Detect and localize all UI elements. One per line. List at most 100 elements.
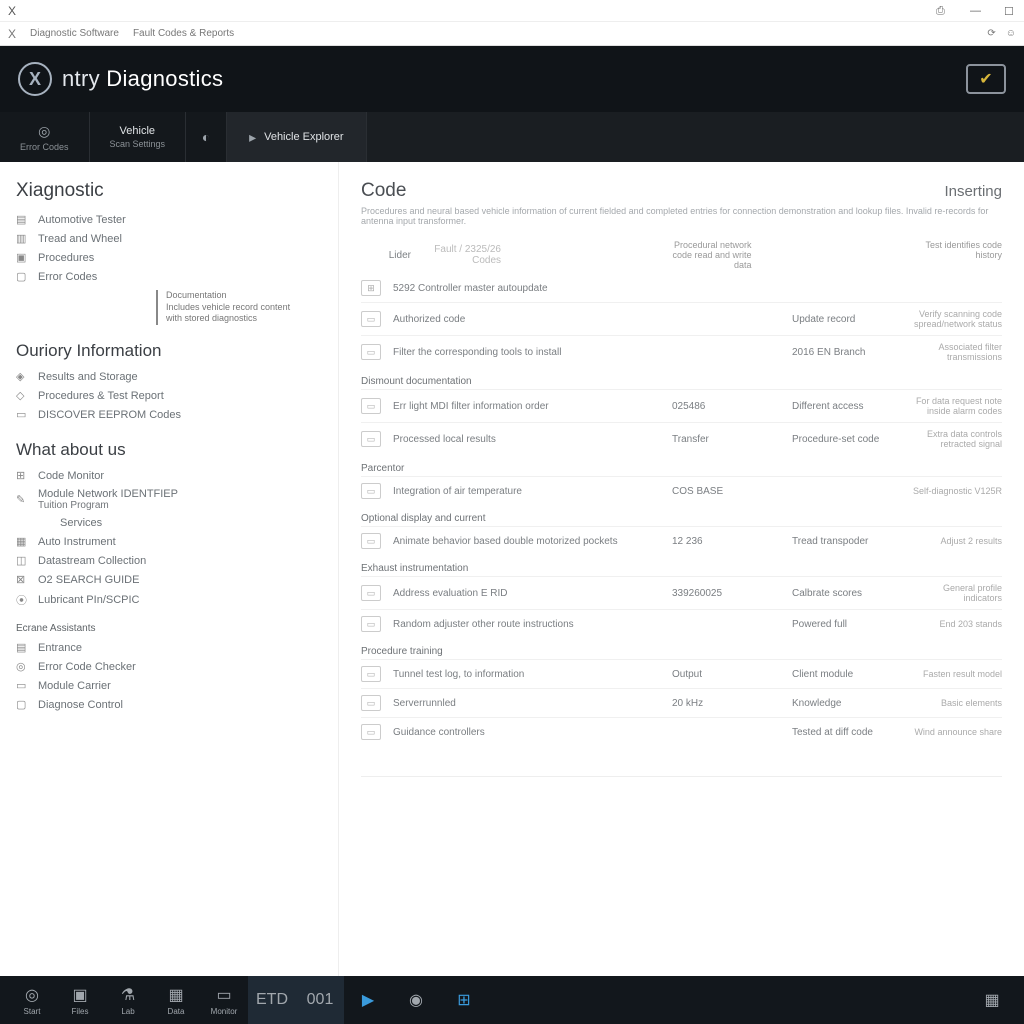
taskbar-item-4[interactable]: ▭Monitor	[200, 976, 248, 1024]
sidebar-icon: ▢	[16, 698, 30, 711]
row-checkbox[interactable]: ▭	[361, 666, 381, 682]
group-header: Exhaust instrumentation	[361, 555, 1002, 576]
taskbar-item-1[interactable]: ▣Files	[56, 976, 104, 1024]
taskbar-item-6[interactable]: 001	[296, 976, 344, 1024]
sidebar-icon: ◎	[16, 660, 30, 673]
table-row[interactable]: ▭Authorized codeUpdate recordVerify scan…	[361, 302, 1002, 335]
refresh-icon[interactable]: ⟳	[987, 28, 995, 39]
taskbar-item-2[interactable]: ⚗Lab	[104, 976, 152, 1024]
page-title: Code	[361, 180, 406, 202]
row-checkbox[interactable]: ▭	[361, 431, 381, 447]
sidebar-icon: ◫	[16, 554, 30, 567]
breadcrumb-2[interactable]: Fault Codes & Reports	[133, 28, 234, 39]
content-divider	[361, 776, 1002, 777]
sidebar-item-info-0[interactable]: ◈Results and Storage	[16, 367, 322, 386]
sidebar-item-about-0[interactable]: ⊞Code Monitor	[16, 466, 322, 485]
group-header: Parcentor	[361, 455, 1002, 476]
user-icon[interactable]: ☺	[1006, 28, 1016, 39]
row-checkbox[interactable]: ▭	[361, 311, 381, 327]
taskbar-item-0[interactable]: ◎Start	[8, 976, 56, 1024]
sidebar-icon: ▥	[16, 232, 30, 245]
sidebar-item-assist-1[interactable]: ◎Error Code Checker	[16, 657, 322, 676]
meta-toolbar: X Diagnostic Software Fault Codes & Repo…	[0, 22, 1024, 46]
sidebar-item-about-2[interactable]: Services	[16, 514, 322, 532]
sidebar-icon: ▢	[16, 270, 30, 283]
row-checkbox[interactable]: ▭	[361, 483, 381, 499]
sidebar-item-diag-3[interactable]: ▢Error Codes	[16, 267, 322, 286]
page-description: Procedures and neural based vehicle info…	[361, 206, 1002, 226]
tab-close-icon[interactable]: X	[8, 27, 16, 41]
sidebar-item-assist-3[interactable]: ▢Diagnose Control	[16, 695, 322, 714]
table-row[interactable]: ▭Processed local resultsTransferProcedur…	[361, 422, 1002, 455]
ribbon-settings[interactable]: ◐	[186, 112, 227, 162]
sidebar-item-about-1[interactable]: ✎Module Network IDENTFIEPTuition Program	[16, 485, 322, 514]
table-row[interactable]: ▭Serverrunnled20 kHzKnowledgeBasic eleme…	[361, 688, 1002, 717]
sidebar-item-about-5[interactable]: ⊠O2 SEARCH GUIDE	[16, 570, 322, 589]
taskbar-icon: ▶	[362, 990, 374, 1010]
breadcrumb-1[interactable]: Diagnostic Software	[30, 28, 119, 39]
sidebar-item-diag-0[interactable]: ▤Automotive Tester	[16, 210, 322, 229]
taskbar-icon: 001	[307, 991, 334, 1009]
ribbon-error-codes[interactable]: ◎ Error Codes	[0, 112, 90, 162]
taskbar-icon: ETD	[256, 991, 288, 1009]
group-header: Optional display and current	[361, 505, 1002, 526]
table-row[interactable]: ▭Err light MDI filter information order0…	[361, 389, 1002, 422]
sidebar-item-diag-2[interactable]: ▣Procedures	[16, 248, 322, 267]
row-checkbox[interactable]: ▭	[361, 616, 381, 632]
col-header-2: Test identifies code history	[912, 240, 1002, 270]
sidebar-item-assist-2[interactable]: ▭Module Carrier	[16, 676, 322, 695]
taskbar-item-7[interactable]: ▶	[344, 976, 392, 1024]
table-row[interactable]: ▭Filter the corresponding tools to insta…	[361, 335, 1002, 368]
sidebar-icon: ⦿	[16, 592, 30, 608]
sidebar-icon: ▤	[16, 641, 30, 654]
taskbar-grid-icon[interactable]: ▦	[968, 976, 1016, 1024]
row-checkbox[interactable]: ▭	[361, 695, 381, 711]
ribbon-vehicle[interactable]: Vehicle Scan Settings	[90, 112, 187, 162]
sidebar-icon: ◈	[16, 370, 30, 383]
table-row[interactable]: ▭Random adjuster other route instruction…	[361, 609, 1002, 638]
sidebar-icon: ◇	[16, 389, 30, 402]
taskbar-item-3[interactable]: ▦Data	[152, 976, 200, 1024]
filter-row[interactable]: ⊞ 5292 Controller master autoupdate	[361, 274, 1002, 302]
list-header: Lider Fault / 2325/26 Codes	[361, 240, 501, 270]
print-icon[interactable]: ⎙	[936, 5, 948, 17]
sidebar-item-about-6[interactable]: ⦿Lubricant PIn/SCPIC	[16, 589, 322, 611]
half-circle-icon: ◐	[202, 129, 210, 145]
status-label: Inserting	[944, 183, 1002, 200]
taskbar-item-5[interactable]: ETD	[248, 976, 296, 1024]
sidebar-item-assist-0[interactable]: ▤Entrance	[16, 638, 322, 657]
sidebar-item-info-1[interactable]: ◇Procedures & Test Report	[16, 386, 322, 405]
main-area: Xiagnostic ▤Automotive Tester▥Tread and …	[0, 162, 1024, 976]
row-checkbox[interactable]: ▭	[361, 398, 381, 414]
minimize-icon[interactable]: —	[970, 5, 982, 17]
brand-logo-icon: X	[18, 62, 52, 96]
ribbon-vehicle-explorer[interactable]: ▸ Vehicle Explorer	[227, 112, 367, 162]
table-row[interactable]: ▭Integration of air temperatureCOS BASES…	[361, 476, 1002, 505]
play-icon: ▸	[249, 129, 256, 146]
taskbar-icon: ⚗	[121, 985, 135, 1005]
window-close-x[interactable]: X	[8, 4, 16, 18]
taskbar-icon: ▦	[168, 985, 183, 1005]
row-checkbox[interactable]: ▭	[361, 344, 381, 360]
taskbar-item-8[interactable]: ◉	[392, 976, 440, 1024]
sidebar-section-info: Ouriory Information	[16, 341, 322, 361]
row-checkbox[interactable]: ▭	[361, 533, 381, 549]
sidebar-item-about-4[interactable]: ◫Datastream Collection	[16, 551, 322, 570]
table-row[interactable]: ▭Tunnel test log, to informationOutputCl…	[361, 659, 1002, 688]
sidebar-item-info-2[interactable]: ▭DISCOVER EEPROM Codes	[16, 405, 322, 424]
app-header: X ntry Diagnostics ✔	[0, 46, 1024, 112]
sidebar-title: Xiagnostic	[16, 180, 322, 202]
maximize-icon[interactable]: ☐	[1004, 5, 1016, 17]
table-row[interactable]: ▭Address evaluation E RID339260025Calbra…	[361, 576, 1002, 609]
table-row[interactable]: ▭Guidance controllersTested at diff code…	[361, 717, 1002, 746]
sidebar-item-about-3[interactable]: ▦Auto Instrument	[16, 532, 322, 551]
row-checkbox[interactable]: ▭	[361, 585, 381, 601]
table-row[interactable]: ▭Animate behavior based double motorized…	[361, 526, 1002, 555]
row-checkbox[interactable]: ▭	[361, 724, 381, 740]
sidebar-icon: ▤	[16, 213, 30, 226]
brand-title: ntry Diagnostics	[62, 66, 223, 92]
group-header: Dismount documentation	[361, 368, 1002, 389]
sidebar-item-diag-1[interactable]: ▥Tread and Wheel	[16, 229, 322, 248]
sidebar-icon: ▭	[16, 408, 30, 421]
taskbar-item-9[interactable]: ⊞	[440, 976, 488, 1024]
